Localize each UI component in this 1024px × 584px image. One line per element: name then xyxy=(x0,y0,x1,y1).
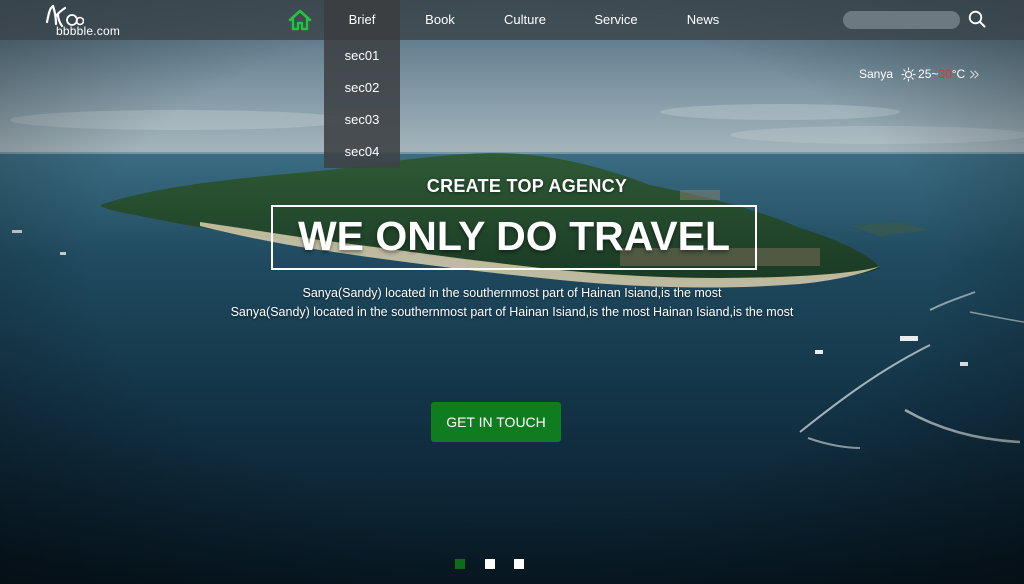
nav-brief[interactable]: Brief xyxy=(324,0,400,40)
nav-news[interactable]: News xyxy=(676,0,730,40)
home-icon[interactable] xyxy=(288,9,312,31)
logo-text: bbbble.com xyxy=(56,24,121,38)
nav-culture[interactable]: Culture xyxy=(492,0,558,40)
logo[interactable]: bbbble.com xyxy=(44,2,124,38)
slider-dot-2[interactable] xyxy=(485,559,495,569)
nav-service[interactable]: Service xyxy=(584,0,648,40)
weather-temp-high: 30 xyxy=(938,67,952,81)
top-navbar: bbbble.com Brief Book Culture Service Ne… xyxy=(0,0,1024,40)
hero-description-line-2: Sanya(Sandy) located in the southernmost… xyxy=(230,305,794,319)
search-icon[interactable] xyxy=(968,10,986,28)
weather-widget: Sanya 25~ 30 °C xyxy=(859,65,980,83)
dropdown-item-sec03[interactable]: sec03 xyxy=(324,104,400,136)
brief-dropdown-menu: sec01 sec02 sec03 sec04 xyxy=(324,40,400,168)
dropdown-item-sec01[interactable]: sec01 xyxy=(324,40,400,72)
weather-temp-unit: °C xyxy=(951,67,966,81)
slider-dot-1[interactable] xyxy=(455,559,465,569)
slider-dot-3[interactable] xyxy=(514,559,524,569)
hero-title: WE ONLY DO TRAVEL xyxy=(297,213,731,259)
dropdown-item-sec04[interactable]: sec04 xyxy=(324,136,400,168)
hero-description-line-1: Sanya(Sandy) located in the southernmost… xyxy=(302,286,722,300)
search-input[interactable] xyxy=(843,11,960,29)
double-chevron-right-icon[interactable] xyxy=(969,69,980,80)
get-in-touch-button[interactable]: GET IN TOUCH xyxy=(431,402,561,442)
dropdown-item-sec02[interactable]: sec02 xyxy=(324,72,400,104)
nav-book[interactable]: Book xyxy=(410,0,470,40)
hero-subtitle: CREATE TOP AGENCY xyxy=(426,176,628,196)
weather-temp-low: 25~ xyxy=(918,67,939,81)
sun-icon xyxy=(901,66,916,82)
weather-city: Sanya xyxy=(859,67,894,81)
